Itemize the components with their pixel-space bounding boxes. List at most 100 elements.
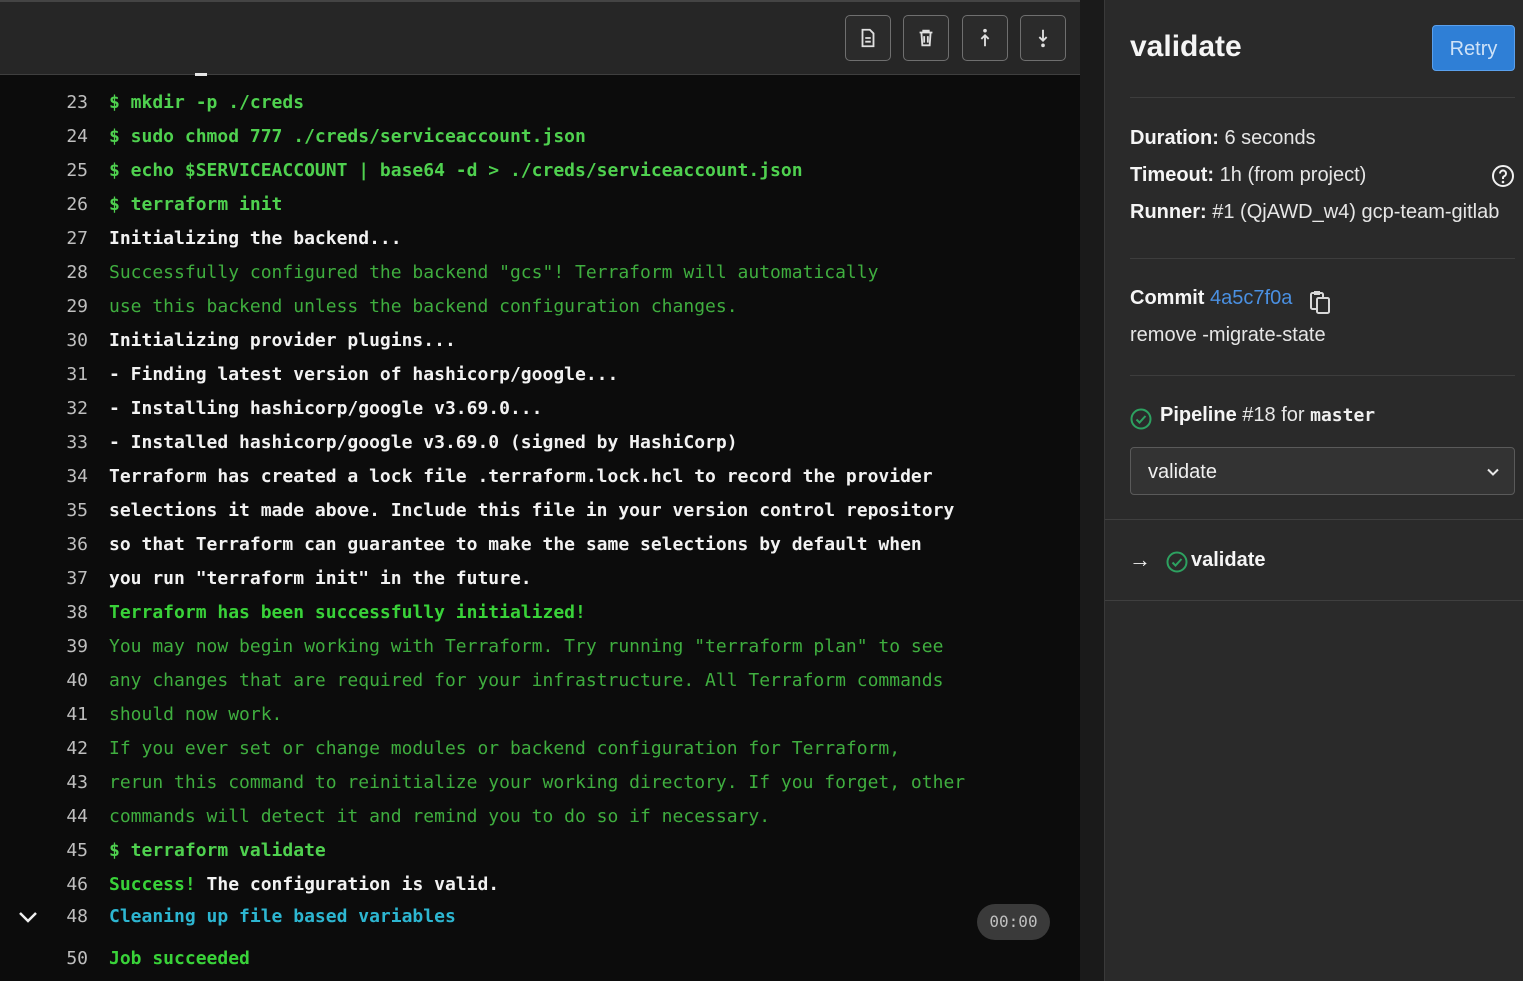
log-line: 28 Successfully configured the backend "g… [0, 256, 1080, 290]
scroll-to-bottom-button[interactable] [1020, 15, 1066, 61]
line-text: you run "terraform init" in the future. [109, 568, 532, 589]
line-text: use this backend unless the backend conf… [109, 296, 738, 317]
runner-row: Runner: #1 (QjAWD_w4) gcp-team-gitlab [1130, 201, 1499, 224]
log-line: 38 Terraform has been successfully initia… [0, 596, 1080, 630]
commit-sha-link[interactable]: 4a5c7f0a [1210, 287, 1292, 309]
line-number[interactable]: 35 [50, 494, 88, 528]
pipeline-label: Pipeline [1160, 404, 1237, 426]
line-text: You may now begin working with Terraform… [109, 636, 944, 657]
line-number[interactable]: 48 [50, 900, 88, 934]
log-line: 45 $ terraform validate [0, 834, 1080, 868]
line-number[interactable]: 45 [50, 834, 88, 868]
line-text: Terraform has been successfully initiali… [109, 602, 586, 623]
runner-value: #1 (QjAWD_w4) gcp-team-gitlab [1206, 201, 1500, 223]
log-line: 29 use this backend unless the backend co… [0, 290, 1080, 324]
line-number[interactable]: 24 [50, 120, 88, 154]
arrow-right-icon: → [1129, 547, 1151, 572]
line-number[interactable]: 34 [50, 460, 88, 494]
line-number[interactable]: 40 [50, 664, 88, 698]
line-text: selections it made above. Include this f… [109, 500, 955, 521]
timeout-value: 1h (from project) [1214, 164, 1367, 186]
runner-label: Runner: [1130, 201, 1207, 223]
line-text: $ terraform validate [109, 840, 326, 861]
log-line: 39 You may now begin working with Terrafo… [0, 630, 1080, 664]
line-text: - Finding latest version of hashicorp/go… [109, 364, 619, 385]
log-line: 50 Job succeeded [0, 942, 1080, 976]
job-title: validate [1130, 30, 1242, 63]
line-number[interactable]: 41 [50, 698, 88, 732]
line-number[interactable]: 28 [50, 256, 88, 290]
log-line: 26 $ terraform init [0, 188, 1080, 222]
line-number[interactable]: 32 [50, 392, 88, 426]
line-number[interactable]: 27 [50, 222, 88, 256]
duration-label: Duration: [1130, 127, 1219, 149]
scroll-to-top-button[interactable] [962, 15, 1008, 61]
timeout-row: Timeout: 1h (from project) [1130, 164, 1366, 187]
line-text: so that Terraform can guarantee to make … [109, 534, 922, 555]
pipeline-text: Pipeline #18 for master [1160, 404, 1375, 427]
line-text: Initializing the backend... [109, 228, 402, 249]
job-name: validate [1191, 549, 1266, 571]
line-number[interactable]: 23 [50, 86, 88, 120]
line-text: - Installing hashicorp/google v3.69.0... [109, 398, 543, 419]
line-number[interactable]: 50 [50, 942, 88, 976]
copy-icon[interactable] [1309, 289, 1331, 315]
line-text: Success! The configuration is valid. [109, 868, 499, 902]
duration-value: 6 seconds [1218, 127, 1316, 149]
scroll-down-icon [1038, 29, 1048, 48]
line-text: Cleaning up file based variables [109, 906, 456, 927]
job-log-panel: 23 $ mkdir -p ./creds 24 $ sudo chmod 777 .… [0, 0, 1080, 981]
file-icon [861, 28, 875, 48]
chevron-down-icon[interactable] [16, 905, 40, 929]
line-number[interactable]: 39 [50, 630, 88, 664]
line-number[interactable]: 30 [50, 324, 88, 358]
stage-dropdown[interactable]: validate [1130, 447, 1515, 495]
job-sidebar: validate Retry Duration: 6 seconds Timeo… [1104, 0, 1523, 981]
job-list-item[interactable]: → validate [1105, 520, 1523, 600]
erase-log-button[interactable] [903, 15, 949, 61]
line-text: Terraform has created a lock file .terra… [109, 466, 933, 487]
log-line: 37 you run "terraform init" in the future… [0, 562, 1080, 596]
line-number[interactable]: 33 [50, 426, 88, 460]
log-line: 36 so that Terraform can guarantee to mak… [0, 528, 1080, 562]
line-text-segment: The configuration is valid. [195, 874, 500, 895]
line-text: $ echo $SERVICEACCOUNT | base64 -d > ./c… [109, 160, 803, 181]
line-text: should now work. [109, 704, 283, 725]
log-line: 42 If you ever set or change modules or b… [0, 732, 1080, 766]
chevron-down-icon [1487, 468, 1499, 476]
log-line: 41 should now work. [0, 698, 1080, 732]
pipeline-id-link[interactable]: #18 [1242, 404, 1275, 426]
log-line: 35 selections it made above. Include this… [0, 494, 1080, 528]
retry-button[interactable]: Retry [1432, 25, 1515, 71]
log-line: 25 $ echo $SERVICEACCOUNT | base64 -d > .… [0, 154, 1080, 188]
line-number[interactable]: 29 [50, 290, 88, 324]
branch-name[interactable]: master [1310, 405, 1375, 426]
log-cursor [195, 73, 207, 76]
commit-label: Commit [1130, 287, 1205, 309]
line-text-segment: Success! [109, 874, 196, 895]
line-text: Initializing provider plugins... [109, 330, 456, 351]
line-number[interactable]: 36 [50, 528, 88, 562]
line-number[interactable]: 26 [50, 188, 88, 222]
line-text: $ terraform init [109, 194, 283, 215]
stage-dropdown-value: validate [1148, 461, 1217, 483]
line-number[interactable]: 37 [50, 562, 88, 596]
line-number[interactable]: 31 [50, 358, 88, 392]
line-number[interactable]: 25 [50, 154, 88, 188]
question-circle-icon[interactable] [1491, 164, 1515, 188]
log-line: 23 $ mkdir -p ./creds [0, 86, 1080, 120]
show-raw-button[interactable] [845, 15, 891, 61]
log-line: 43 rerun this command to reinitialize you… [0, 766, 1080, 800]
line-number[interactable]: 43 [50, 766, 88, 800]
jobs-list: → validate [1105, 519, 1523, 601]
line-number[interactable]: 44 [50, 800, 88, 834]
log-line: 24 $ sudo chmod 777 ./creds/serviceaccoun… [0, 120, 1080, 154]
line-number[interactable]: 38 [50, 596, 88, 630]
status-success-icon [1130, 408, 1152, 430]
line-number[interactable]: 42 [50, 732, 88, 766]
log-line: 48 Cleaning up file based variables [0, 900, 1080, 934]
log-line: 34 Terraform has created a lock file .ter… [0, 460, 1080, 494]
divider [1130, 375, 1515, 376]
trash-icon [919, 29, 933, 47]
line-number[interactable]: 46 [50, 868, 88, 902]
